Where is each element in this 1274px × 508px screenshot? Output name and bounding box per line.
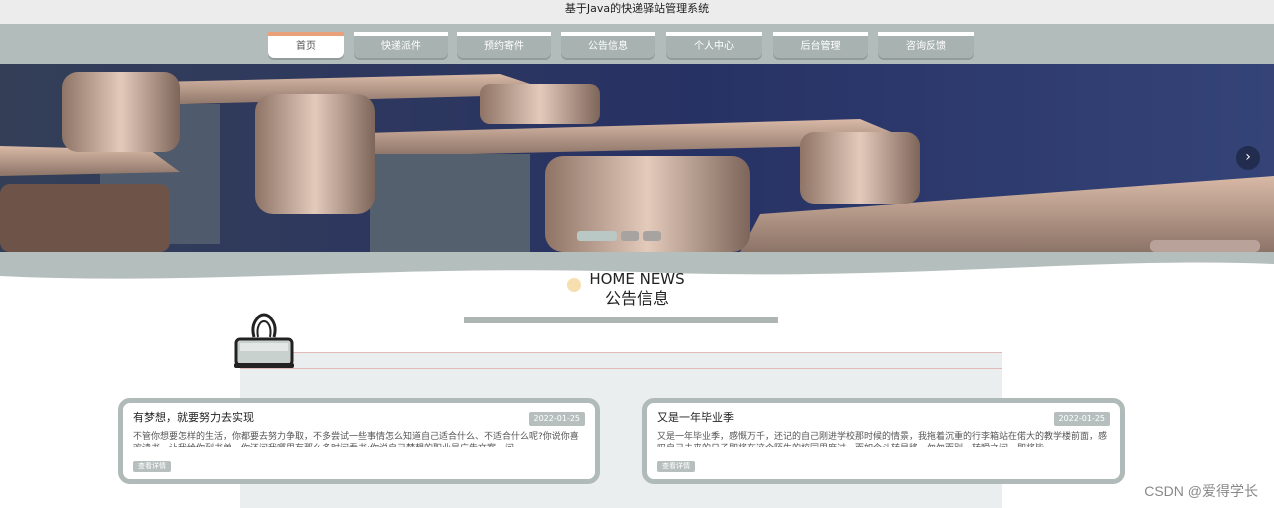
site-title: 基于Java的快递驿站管理系统	[0, 0, 1274, 24]
carousel-dot-1[interactable]	[577, 231, 617, 241]
board-line	[240, 368, 1002, 369]
nav-item-notice[interactable]: 公告信息	[561, 32, 655, 58]
carousel-dot-3[interactable]	[643, 231, 661, 241]
news-heading-underline	[464, 317, 778, 323]
binder-clip-icon	[234, 313, 294, 368]
chevron-right-icon: ›	[1245, 149, 1251, 165]
news-card-title: 有梦想，就要努力去实现	[133, 411, 254, 424]
news-card-title: 又是一年毕业季	[657, 411, 734, 424]
classroom-illustration	[0, 64, 1274, 252]
news-card-date: 2022-01-25	[528, 412, 585, 426]
carousel-next-button[interactable]: ›	[1236, 146, 1260, 170]
main-navbar: 首页 快递派件 预约寄件 公告信息 个人中心 后台管理 咨询反馈	[0, 24, 1274, 64]
news-card-more-button[interactable]: 查看详情	[657, 461, 695, 472]
news-heading-cn: 公告信息	[604, 289, 669, 308]
nav-item-admin[interactable]: 后台管理	[773, 32, 868, 58]
hero-banner: ›	[0, 64, 1274, 252]
news-card-1[interactable]: 有梦想，就要努力去实现 2022-01-25 不管你想要怎样的生活，你都要去努力…	[118, 398, 600, 484]
news-card-excerpt: 不管你想要怎样的生活，你都要去努力争取，不多尝试一些事情怎么知道自己适合什么、不…	[133, 432, 579, 447]
nav-item-profile[interactable]: 个人中心	[666, 32, 762, 58]
news-card-more-button[interactable]: 查看详情	[133, 461, 171, 472]
carousel-indicators	[577, 231, 661, 241]
news-card-excerpt: 又是一年毕业季，感慨万千，还记的自己刚进学校那时候的情景，我拖着沉重的行李箱站在…	[657, 432, 1108, 447]
news-heading: HOME NEWS 公告信息	[0, 270, 1274, 310]
board-line	[240, 352, 1002, 353]
nav-item-send[interactable]: 预约寄件	[457, 32, 551, 58]
nav-item-feedback[interactable]: 咨询反馈	[878, 32, 974, 58]
news-card-date: 2022-01-25	[1053, 412, 1110, 426]
news-heading-en: HOME NEWS	[589, 270, 685, 288]
news-card-2[interactable]: 又是一年毕业季 2022-01-25 又是一年毕业季，感慨万千，还记的自己刚进学…	[642, 398, 1125, 484]
watermark: CSDN @爱得学长	[1144, 483, 1258, 499]
carousel-dot-2[interactable]	[621, 231, 639, 241]
nav-item-delivery[interactable]: 快递派件	[354, 32, 448, 58]
nav-item-home[interactable]: 首页	[268, 32, 344, 58]
